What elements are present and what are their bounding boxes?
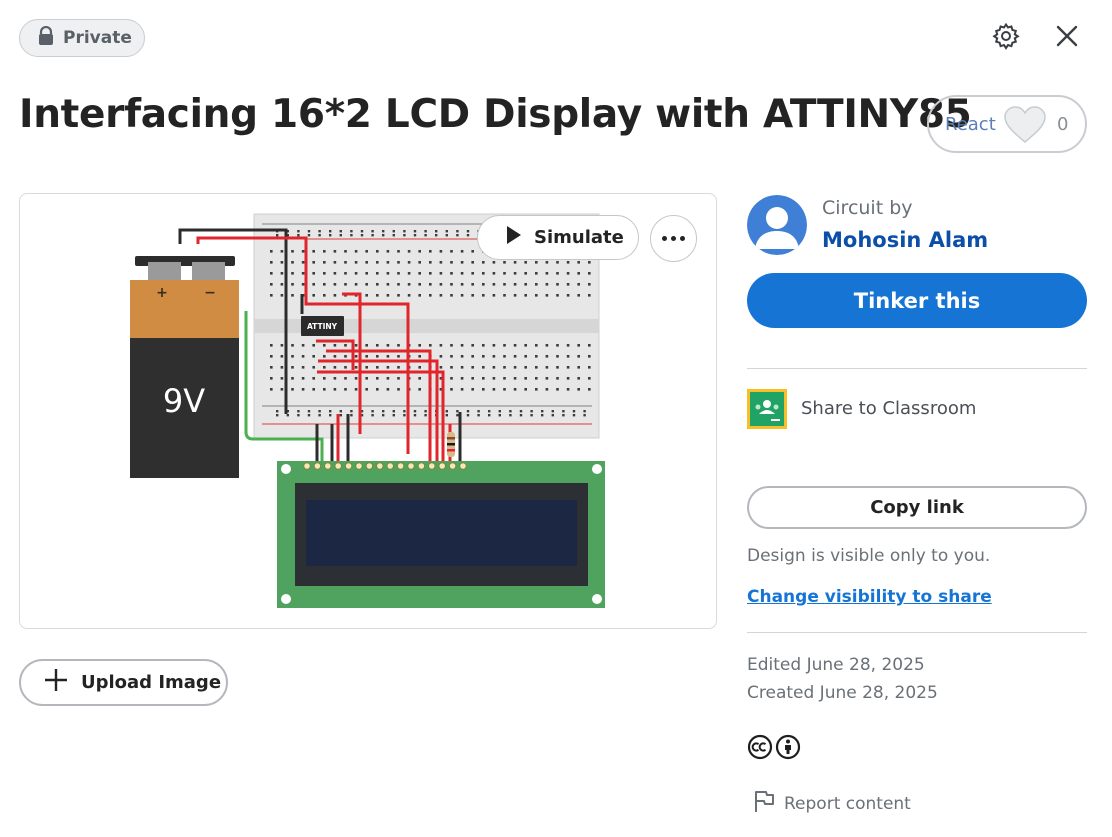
upload-label: Upload Image: [81, 672, 222, 693]
divider: [747, 632, 1087, 633]
more-options-button[interactable]: [650, 215, 697, 262]
divider: [747, 368, 1087, 369]
creative-commons-icon: [747, 734, 773, 764]
battery-cap: [130, 280, 239, 338]
flag-icon: [753, 789, 775, 818]
close-button[interactable]: [1051, 22, 1083, 54]
attribution-icon: [775, 734, 801, 764]
more-dot: [671, 236, 676, 241]
avatar[interactable]: [747, 195, 807, 255]
license-badges[interactable]: [747, 734, 801, 764]
circuit-by-caption: Circuit by: [822, 197, 913, 219]
privacy-label: Private: [63, 28, 132, 48]
page-title: Interfacing 16*2 LCD Display with ATTINY…: [19, 92, 972, 137]
change-visibility-link[interactable]: Change visibility to share: [747, 587, 992, 607]
tinker-this-button[interactable]: Tinker this: [747, 273, 1087, 328]
react-count: 0: [1057, 113, 1069, 135]
author-link[interactable]: Mohosin Alam: [822, 228, 988, 252]
more-dot: [662, 236, 667, 241]
react-label: React: [945, 113, 996, 135]
visibility-note: Design is visible only to you.: [747, 546, 991, 566]
lock-icon: [38, 25, 54, 51]
plus-icon: [43, 667, 69, 698]
share-to-classroom-link[interactable]: Share to Classroom: [801, 398, 976, 419]
google-classroom-icon[interactable]: [747, 389, 787, 429]
heart-icon: [1003, 105, 1047, 150]
battery-label: 9V: [163, 382, 205, 420]
close-icon: [1055, 24, 1079, 52]
svg-text:+: +: [156, 285, 168, 301]
react-button[interactable]: React 0: [927, 95, 1087, 153]
circuit-preview[interactable]: ATTINY + − 9V Simulate: [19, 193, 717, 629]
gear-icon: [992, 22, 1020, 54]
report-content-link[interactable]: Report content: [753, 789, 911, 818]
simulate-label: Simulate: [534, 227, 624, 248]
copy-link-button[interactable]: Copy link: [747, 486, 1087, 529]
created-date: Created June 28, 2025: [747, 683, 938, 703]
lcd-screen: [306, 500, 577, 566]
report-label: Report content: [784, 793, 911, 814]
upload-image-button[interactable]: Upload Image: [19, 659, 228, 706]
svg-text:−: −: [204, 285, 216, 301]
settings-button[interactable]: [990, 22, 1022, 54]
chip-label: ATTINY: [307, 322, 338, 331]
play-icon: [506, 225, 522, 250]
privacy-badge[interactable]: Private: [19, 19, 145, 57]
more-dot: [680, 236, 685, 241]
simulate-button[interactable]: Simulate: [477, 215, 639, 260]
edited-date: Edited June 28, 2025: [747, 655, 925, 675]
